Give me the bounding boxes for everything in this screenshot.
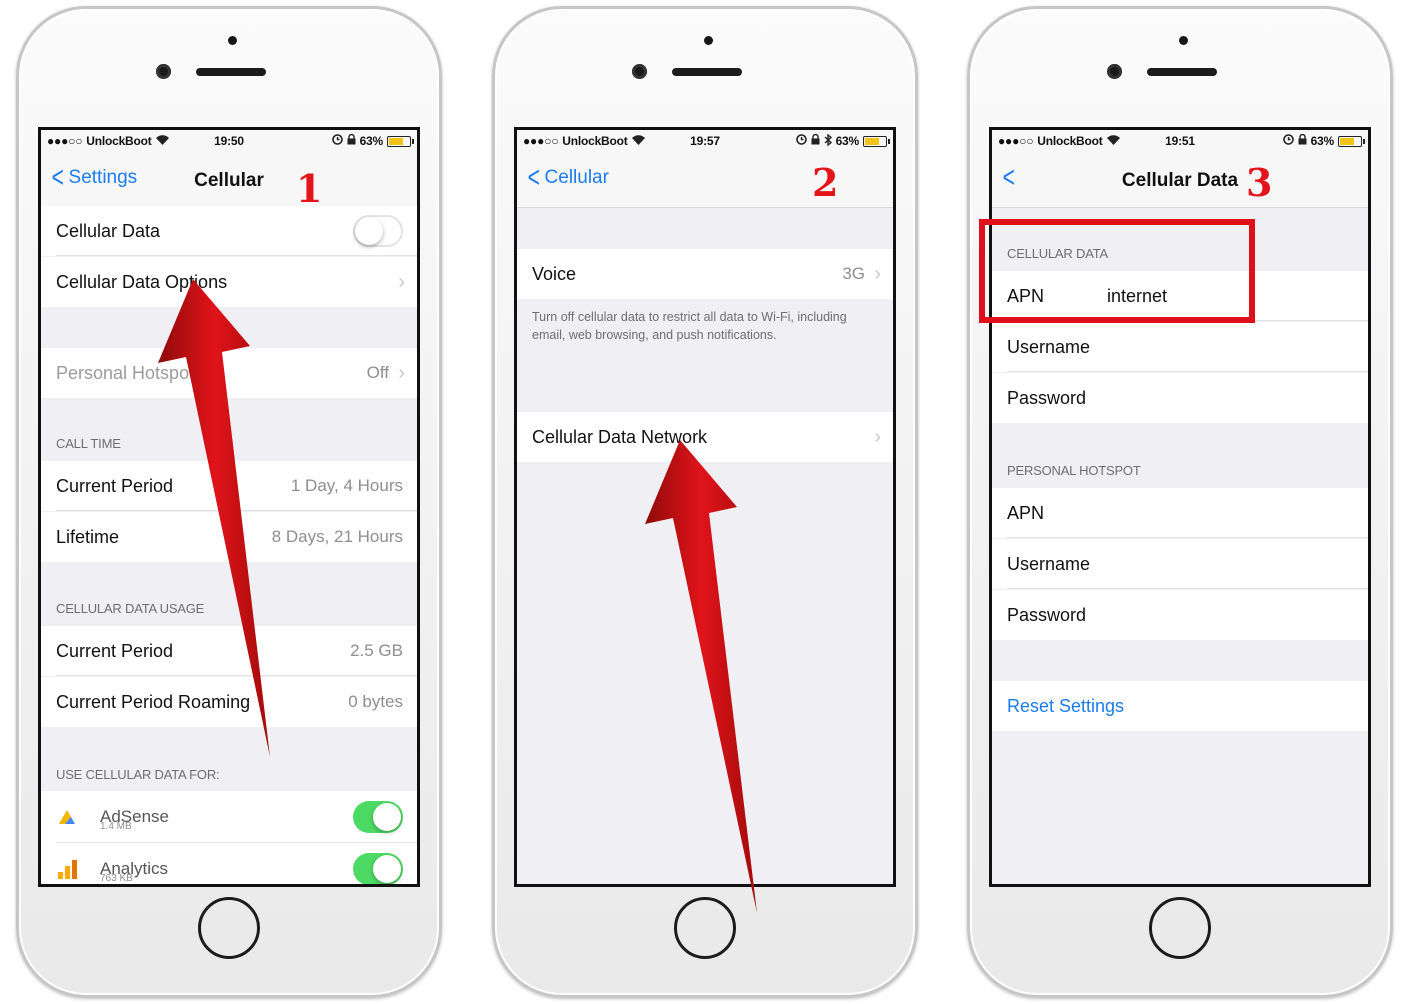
- annotation-arrows: [158, 279, 757, 913]
- arrow-pointing-to-cellular-data-network: [645, 440, 757, 913]
- arrow-pointing-to-cellular-data-options: [158, 279, 270, 757]
